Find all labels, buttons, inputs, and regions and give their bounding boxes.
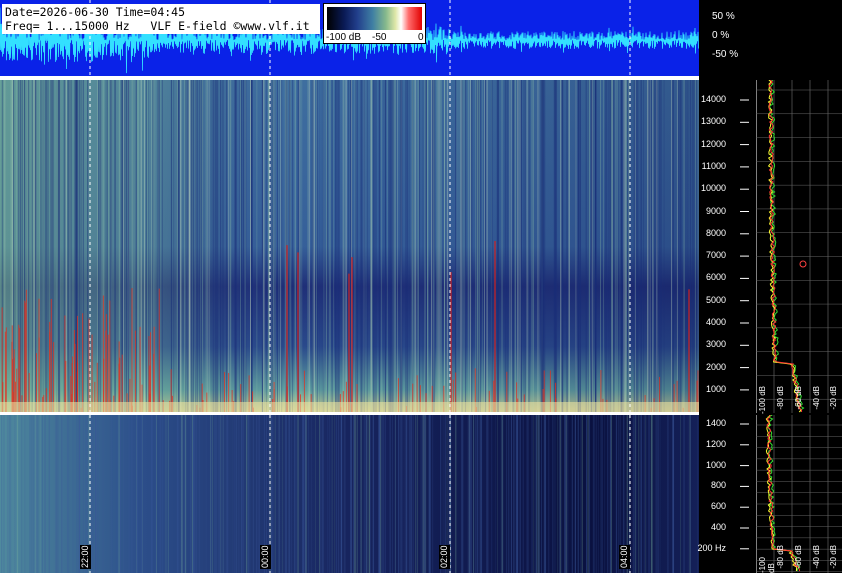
amp-label-0: 0 % (712, 30, 730, 41)
db-label-lower-80: -80 dB (776, 545, 785, 569)
db-label-upper-20: -20 dB (829, 386, 838, 410)
amp-label-neg50: -50 % (712, 49, 739, 60)
time-label-0000: 00:00 (260, 545, 271, 569)
spectrogram-lower (0, 415, 699, 573)
db-label-lower-20: -20 dB (829, 545, 838, 569)
colorbar-label-mid: -50 (372, 32, 387, 43)
spectrum-profile-upper (756, 80, 842, 413)
colorbar: -100 dB -50 0 (323, 3, 426, 44)
colorbar-label-max: 0 (418, 32, 424, 43)
time-label-0400: 04:00 (619, 545, 630, 569)
amp-label-50: 50 % (712, 11, 735, 22)
freq-text: Freq= 1...15000 Hz VLF E-field ©www.vlf.… (5, 19, 310, 33)
spectrogram-upper (0, 80, 699, 413)
db-label-upper-40: -40 dB (812, 386, 821, 410)
db-label-lower-60: -60 dB (794, 545, 803, 569)
db-label-upper-80: -80 dB (776, 386, 785, 410)
info-box: Date=2026-06-30 Time=04:45 Freq= 1...150… (2, 4, 320, 34)
db-label-upper-100: -100 dB (758, 386, 767, 415)
time-label-2200: 22:00 (80, 545, 91, 569)
frequency-tick-marks (740, 99, 749, 550)
db-label-lower-100: -100 dB (758, 556, 776, 573)
colorbar-gradient (327, 7, 422, 30)
db-label-upper-60: -60 dB (794, 386, 803, 410)
date-time-text: Date=2026-06-30 Time=04:45 (5, 5, 186, 19)
time-label-0200: 02:00 (439, 545, 450, 569)
colorbar-label-min: -100 dB (326, 32, 362, 43)
db-label-lower-40: -40 dB (812, 545, 821, 569)
